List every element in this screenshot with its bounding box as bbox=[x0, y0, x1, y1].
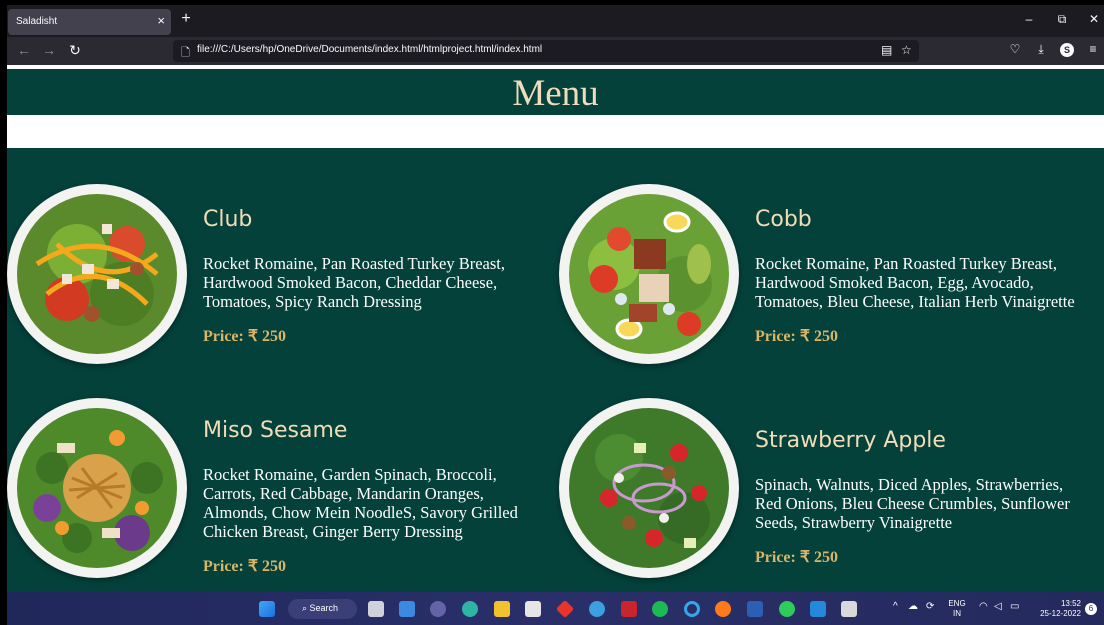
club-salad-image bbox=[7, 184, 187, 364]
cobb-salad-image bbox=[559, 184, 739, 364]
cortana-icon[interactable] bbox=[684, 601, 700, 617]
item-price: Price: ₹ 250 bbox=[755, 549, 839, 566]
language-indicator[interactable]: ENG IN bbox=[945, 599, 969, 619]
search-icon: ⌕ bbox=[302, 603, 310, 613]
item-name: Club bbox=[203, 207, 253, 232]
left-edge bbox=[0, 0, 7, 625]
page-icon: 🗋 bbox=[181, 47, 190, 59]
item-price: Price: ₹ 250 bbox=[203, 328, 287, 345]
tray-cloud-icon[interactable]: ☁ bbox=[908, 601, 918, 612]
battery-icon[interactable]: ▭ bbox=[1010, 601, 1019, 612]
clock[interactable]: 13:52 25-12-2022 bbox=[1031, 599, 1081, 619]
windows-taskbar: ⌕ Search ^ ☁ ⟳ ENG IN ◠ ◁ ▭ 13:52 25-12-… bbox=[7, 592, 1104, 625]
url-text[interactable]: file:///C:/Users/hp/OneDrive/Documents/i… bbox=[197, 44, 542, 55]
forward-arrow-icon[interactable]: → bbox=[40, 42, 58, 58]
notepad-icon[interactable] bbox=[841, 601, 857, 617]
menu-heading: Menu bbox=[7, 69, 1104, 115]
chat-icon[interactable] bbox=[430, 601, 446, 617]
clock-date: 25-12-2022 bbox=[1040, 609, 1081, 618]
reader-view-icon[interactable]: ▤ bbox=[881, 43, 892, 57]
item-description: Rocket Romaine, Pan Roasted Turkey Breas… bbox=[755, 254, 1075, 311]
close-window-button[interactable]: ✕ bbox=[1084, 12, 1104, 26]
firefox-icon[interactable] bbox=[715, 601, 731, 617]
task-view-icon[interactable] bbox=[368, 601, 384, 617]
browser-tab[interactable]: Saladisht × bbox=[8, 9, 171, 35]
item-description: Rocket Romaine, Garden Spinach, Broccoli… bbox=[203, 465, 518, 541]
browser-tab-bar: Saladisht × + – ⧉ ✕ bbox=[7, 5, 1104, 37]
file-explorer-icon[interactable] bbox=[494, 601, 510, 617]
strawberry-apple-salad-image bbox=[559, 398, 739, 578]
taskbar-search-label: Search bbox=[309, 603, 339, 613]
region-label: IN bbox=[953, 609, 961, 618]
volume-icon[interactable]: ◁ bbox=[994, 601, 1002, 612]
taskbar-search-button[interactable]: ⌕ Search bbox=[288, 599, 357, 619]
store-icon[interactable] bbox=[525, 601, 541, 617]
reload-icon[interactable]: ↻ bbox=[66, 42, 84, 59]
start-windows-icon[interactable] bbox=[259, 601, 275, 617]
profile-avatar[interactable]: S bbox=[1060, 43, 1074, 57]
item-price: Price: ₹ 250 bbox=[755, 328, 839, 345]
restore-button[interactable]: ⧉ bbox=[1052, 12, 1072, 27]
spotify-icon[interactable] bbox=[652, 601, 668, 617]
menu-hamburger-icon[interactable]: ≡ bbox=[1085, 42, 1101, 56]
tray-chevron-up-icon[interactable]: ^ bbox=[893, 601, 898, 612]
word-icon[interactable] bbox=[747, 601, 763, 617]
app-blue-icon[interactable] bbox=[589, 601, 605, 617]
downloads-icon[interactable]: ⤓ bbox=[1033, 42, 1049, 57]
whatsapp-icon[interactable] bbox=[779, 601, 795, 617]
item-description: Spinach, Walnuts, Diced Apples, Strawber… bbox=[755, 475, 1070, 532]
widgets-icon[interactable] bbox=[399, 601, 415, 617]
clock-time: 13:52 bbox=[1060, 599, 1081, 608]
browser-nav-bar: ← → ↻ 🗋 file:///C:/Users/hp/OneDrive/Doc… bbox=[7, 37, 1104, 65]
pocket-icon[interactable]: ♡ bbox=[1007, 42, 1023, 56]
notification-badge[interactable]: 6 bbox=[1085, 603, 1097, 615]
web-page: Menu Club Rocket Romaine, Pan Roasted Tu… bbox=[7, 65, 1104, 592]
menu-section: Club Rocket Romaine, Pan Roasted Turkey … bbox=[7, 148, 1104, 592]
item-description: Rocket Romaine, Pan Roasted Turkey Breas… bbox=[203, 254, 506, 311]
item-name: Strawberry Apple bbox=[755, 428, 946, 453]
vscode-icon[interactable] bbox=[810, 601, 826, 617]
back-arrow-icon[interactable]: ← bbox=[15, 42, 33, 58]
item-price: Price: ₹ 250 bbox=[203, 558, 287, 575]
tab-close-icon[interactable]: × bbox=[157, 13, 165, 28]
minimize-button[interactable]: – bbox=[1019, 12, 1039, 26]
app-red-diamond-icon[interactable] bbox=[555, 599, 575, 619]
item-name: Cobb bbox=[755, 207, 812, 232]
wifi-icon[interactable]: ◠ bbox=[979, 601, 988, 612]
miso-sesame-salad-image bbox=[7, 398, 187, 578]
bookmark-star-icon[interactable]: ☆ bbox=[901, 43, 912, 57]
mcafee-icon[interactable] bbox=[621, 601, 637, 617]
item-name: Miso Sesame bbox=[203, 418, 348, 443]
edge-browser-icon[interactable] bbox=[462, 601, 478, 617]
url-bar[interactable]: 🗋 file:///C:/Users/hp/OneDrive/Documents… bbox=[173, 40, 919, 62]
tray-sync-icon[interactable]: ⟳ bbox=[926, 601, 934, 612]
language-label: ENG bbox=[948, 599, 966, 608]
new-tab-button[interactable]: + bbox=[176, 10, 196, 28]
tab-title: Saladisht bbox=[16, 16, 58, 27]
